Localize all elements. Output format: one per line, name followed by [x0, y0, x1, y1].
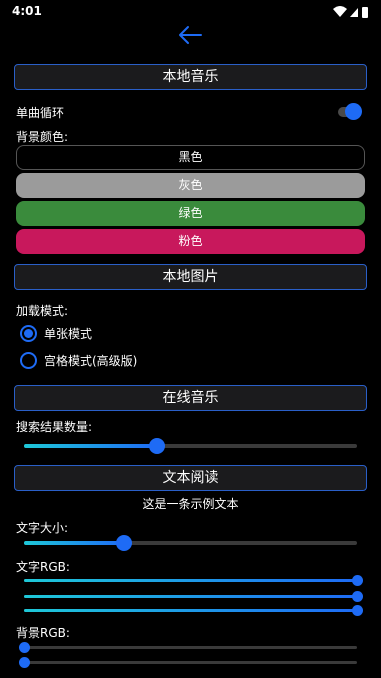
slider-fill — [24, 595, 357, 598]
section-local-images: 本地图片 — [14, 264, 367, 290]
load-mode-label: 加载模式: — [16, 304, 69, 318]
bg-green-slider[interactable] — [19, 656, 361, 672]
result-count-label: 搜索结果数量: — [16, 420, 93, 434]
color-black-button[interactable]: 黑色 — [16, 145, 365, 170]
section-text-reading: 文本阅读 — [14, 465, 367, 491]
slider-track — [24, 661, 357, 664]
bg-red-slider[interactable] — [19, 641, 361, 657]
single-loop-label: 单曲循环 — [16, 106, 65, 120]
back-arrow-icon[interactable] — [176, 23, 204, 47]
color-pink-button[interactable]: 粉色 — [16, 229, 365, 254]
result-count-slider[interactable] — [20, 438, 361, 454]
text-rgb-label: 文字RGB: — [16, 560, 70, 574]
sample-text: 这是一条示例文本 — [142, 497, 239, 511]
slider-thumb[interactable] — [19, 657, 30, 668]
single-loop-toggle[interactable] — [336, 103, 362, 121]
status-icons — [333, 6, 368, 18]
wifi-icon — [333, 6, 347, 17]
radio-label: 宫格模式(高级版) — [44, 354, 138, 368]
slider-fill — [24, 444, 158, 448]
color-gray-button[interactable]: 灰色 — [16, 173, 365, 198]
radio-label: 单张模式 — [44, 327, 93, 341]
radio-button[interactable] — [20, 352, 37, 369]
color-green-button[interactable]: 绿色 — [16, 201, 365, 226]
text-red-slider[interactable] — [20, 574, 363, 590]
font-size-slider[interactable] — [20, 535, 361, 551]
slider-fill — [24, 541, 124, 545]
slider-thumb[interactable] — [352, 605, 363, 616]
section-online-music: 在线音乐 — [14, 385, 367, 411]
bg-color-label: 背景颜色: — [16, 130, 69, 144]
radio-button[interactable] — [20, 325, 37, 342]
slider-thumb[interactable] — [115, 535, 132, 551]
slider-thumb[interactable] — [19, 642, 30, 653]
slider-thumb[interactable] — [352, 575, 363, 586]
slider-thumb[interactable] — [352, 591, 363, 602]
text-blue-slider[interactable] — [20, 604, 363, 620]
battery-icon — [362, 7, 368, 18]
bg-rgb-label: 背景RGB: — [16, 626, 70, 640]
status-bar: 4:01 — [0, 0, 381, 24]
slider-thumb[interactable] — [149, 438, 166, 454]
toggle-thumb — [345, 103, 362, 120]
slider-fill — [24, 609, 357, 612]
font-size-label: 文字大小: — [16, 521, 69, 535]
slider-track — [24, 646, 357, 649]
slider-fill — [24, 579, 357, 582]
section-local-music: 本地音乐 — [14, 64, 367, 90]
signal-icon — [350, 8, 358, 17]
status-time: 4:01 — [12, 4, 42, 18]
